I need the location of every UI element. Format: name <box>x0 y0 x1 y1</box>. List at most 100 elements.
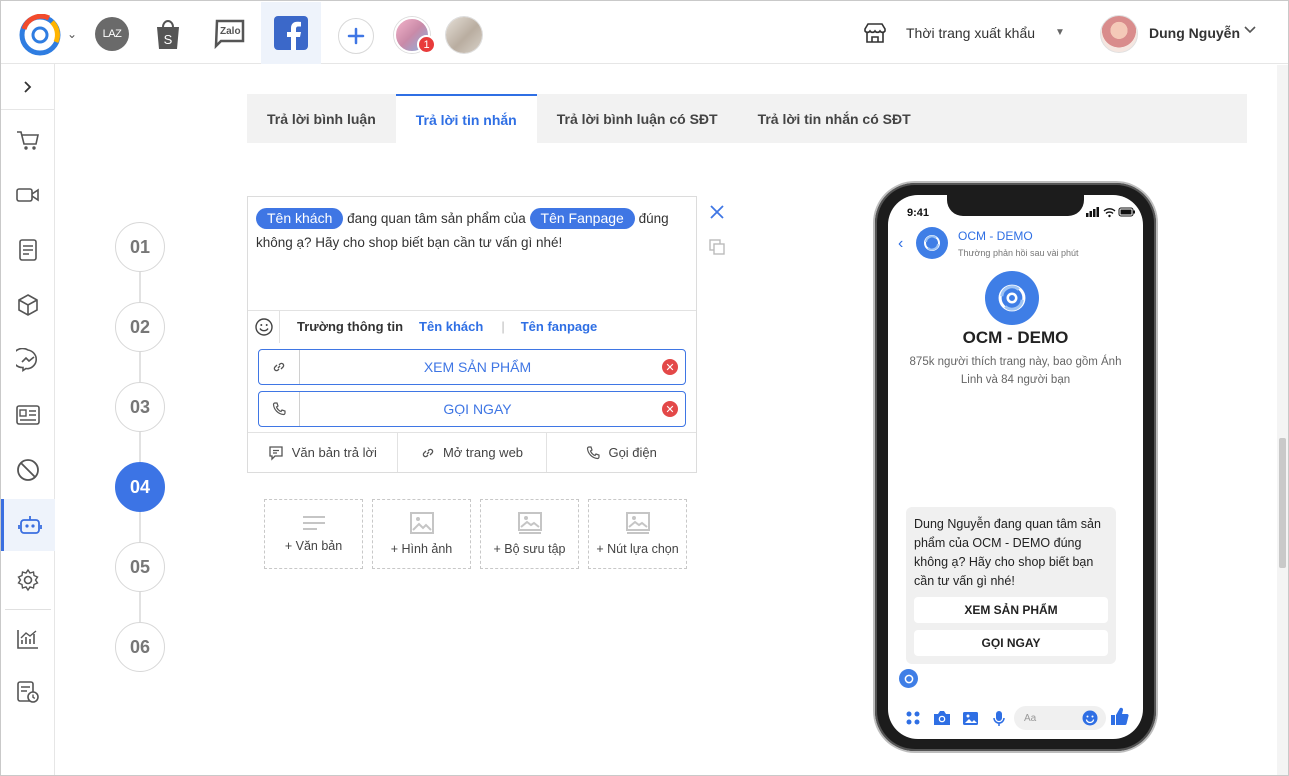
chat-reply-time: Thường phản hồi sau vài phút <box>958 248 1079 258</box>
add-channel-button[interactable] <box>338 18 374 54</box>
message-textarea[interactable]: Tên khách đang quan tâm sản phẩm của Tên… <box>256 207 688 255</box>
sidebar-item-history[interactable] <box>1 666 55 718</box>
customer-name-chip[interactable]: Tên khách <box>256 208 344 229</box>
step-05[interactable]: 05 <box>115 542 165 592</box>
block-icon <box>17 459 39 481</box>
add-image-card[interactable]: + Hình ảnh <box>372 499 471 569</box>
lazada-channel-icon[interactable]: LAZ <box>95 17 129 51</box>
sidebar <box>1 64 55 775</box>
sidebar-item-settings[interactable] <box>1 554 55 606</box>
remove-button-icon[interactable]: ✕ <box>662 359 678 375</box>
sidebar-item-blocked[interactable] <box>1 444 55 496</box>
step-06[interactable]: 06 <box>115 622 165 672</box>
emoji-icon[interactable] <box>1082 710 1098 726</box>
add-gallery-card[interactable]: + Bộ sưu tập <box>480 499 579 569</box>
field-toolbar: Trường thông tin Tên khách | Tên fanpage <box>248 310 696 343</box>
sidebar-item-customers[interactable] <box>1 389 55 441</box>
microphone-icon[interactable] <box>993 710 1005 727</box>
view-product-label[interactable]: XEM SẢN PHẨM <box>300 350 655 384</box>
tab-reply-comment-phone[interactable]: Trả lời bình luận có SĐT <box>537 94 738 143</box>
close-icon[interactable] <box>709 204 725 220</box>
user-menu-chevron-icon[interactable] <box>1243 23 1257 37</box>
text-icon <box>302 516 325 530</box>
thumbs-up-icon[interactable] <box>1110 707 1129 726</box>
chat-page-name: OCM - DEMO <box>958 229 1033 243</box>
shopee-channel-icon[interactable]: S <box>151 17 185 51</box>
page-avatar-icon <box>916 227 948 259</box>
user-avatar[interactable] <box>1100 15 1138 53</box>
plus-icon <box>347 27 365 45</box>
camera-icon[interactable] <box>933 710 951 726</box>
sidebar-item-products[interactable] <box>1 279 55 331</box>
insert-fanpage-name-link[interactable]: Tên fanpage <box>521 319 598 334</box>
add-call-button[interactable]: Gọi điện <box>547 433 696 472</box>
step-03[interactable]: 03 <box>115 382 165 432</box>
box-icon <box>18 294 38 316</box>
reply-type-tabs: Trả lời bình luận Trả lời tin nhắn Trả l… <box>247 94 1247 143</box>
sidebar-item-reports[interactable] <box>1 613 55 665</box>
emoji-button[interactable] <box>248 310 280 343</box>
phone-icon <box>587 445 601 459</box>
sidebar-item-messenger[interactable] <box>1 334 55 386</box>
sidebar-item-orders[interactable] <box>1 115 55 167</box>
contact-card-icon <box>16 405 40 425</box>
photo-icon[interactable] <box>962 711 979 726</box>
sidebar-item-chatbot[interactable] <box>1 499 55 551</box>
robot-icon <box>17 516 42 534</box>
add-text-reply-button[interactable]: Văn bản trả lời <box>248 433 398 472</box>
preview-quick-button-view-product[interactable]: XEM SẢN PHẨM <box>914 597 1108 623</box>
sidebar-expand-button[interactable] <box>1 64 55 110</box>
step-01[interactable]: 01 <box>115 222 165 272</box>
store-icon <box>864 23 886 43</box>
add-content-cards: + Văn bản + Hình ảnh + Bộ sưu tập + Nút … <box>264 499 687 569</box>
video-icon <box>16 188 39 202</box>
add-text-card[interactable]: + Văn bản <box>264 499 363 569</box>
sender-avatar-icon <box>899 669 918 688</box>
copy-icon[interactable] <box>709 239 725 255</box>
field-info-label: Trường thông tin <box>297 319 404 334</box>
phone-icon <box>259 392 300 426</box>
call-now-label[interactable]: GỌI NGAY <box>300 392 655 426</box>
tab-reply-comment[interactable]: Trả lời bình luận <box>247 94 396 143</box>
step-02[interactable]: 02 <box>115 302 165 352</box>
scrollbar-thumb[interactable] <box>1279 438 1286 568</box>
preview-quick-button-call-now[interactable]: GỌI NGAY <box>914 630 1108 656</box>
phone-notch <box>947 193 1084 216</box>
cart-icon <box>17 131 39 150</box>
svg-text:S: S <box>164 32 173 47</box>
chart-icon <box>17 630 38 649</box>
page-avatar-2[interactable] <box>446 17 482 53</box>
preview-message-text: Dung Nguyễn đang quan tâm sản phẩm của O… <box>914 517 1101 588</box>
reply-button-call-now[interactable]: GỌI NGAY ✕ <box>258 391 686 427</box>
notification-badge: 1 <box>417 35 436 54</box>
app-logo-icon[interactable] <box>19 14 61 56</box>
insert-customer-name-link[interactable]: Tên khách <box>419 319 483 334</box>
smiley-icon <box>254 317 273 336</box>
tab-reply-message[interactable]: Trả lời tin nhắn <box>395 94 537 143</box>
gear-icon <box>17 568 39 592</box>
add-call-label: Gọi điện <box>608 445 657 460</box>
step-04[interactable]: 04 <box>115 462 165 512</box>
apps-grid-icon[interactable] <box>905 710 921 726</box>
add-open-web-button[interactable]: Mở trang web <box>398 433 548 472</box>
store-dropdown-caret-icon[interactable]: ▼ <box>1055 27 1065 38</box>
sidebar-item-livestream[interactable] <box>1 169 55 221</box>
scrollbar[interactable] <box>1277 65 1288 775</box>
field-separator: | <box>501 319 505 334</box>
reply-button-view-product[interactable]: XEM SẢN PHẨM ✕ <box>258 349 686 385</box>
user-name[interactable]: Dung Nguyễn <box>1149 25 1240 41</box>
app-switcher-chevron-icon[interactable]: ⌄ <box>67 27 77 41</box>
fanpage-name-chip[interactable]: Tên Fanpage <box>529 208 635 229</box>
back-chevron-icon[interactable]: ‹ <box>898 235 903 253</box>
add-buttons-label: + Nút lựa chọn <box>596 542 679 556</box>
phone-time: 9:41 <box>907 207 930 219</box>
store-selector[interactable]: Thời trang xuất khẩu <box>906 25 1035 41</box>
facebook-channel-icon[interactable] <box>261 2 321 64</box>
chevron-right-icon <box>24 80 32 93</box>
add-buttons-card[interactable]: + Nút lựa chọn <box>588 499 687 569</box>
remove-button-icon[interactable]: ✕ <box>662 401 678 417</box>
sidebar-item-posts[interactable] <box>1 224 55 276</box>
page-description: 875k người thích trang này, bao gồm Ánh … <box>909 356 1122 386</box>
tab-reply-message-phone[interactable]: Trả lời tin nhắn có SĐT <box>738 94 931 143</box>
zalo-channel-icon[interactable]: Zalo <box>213 17 247 51</box>
